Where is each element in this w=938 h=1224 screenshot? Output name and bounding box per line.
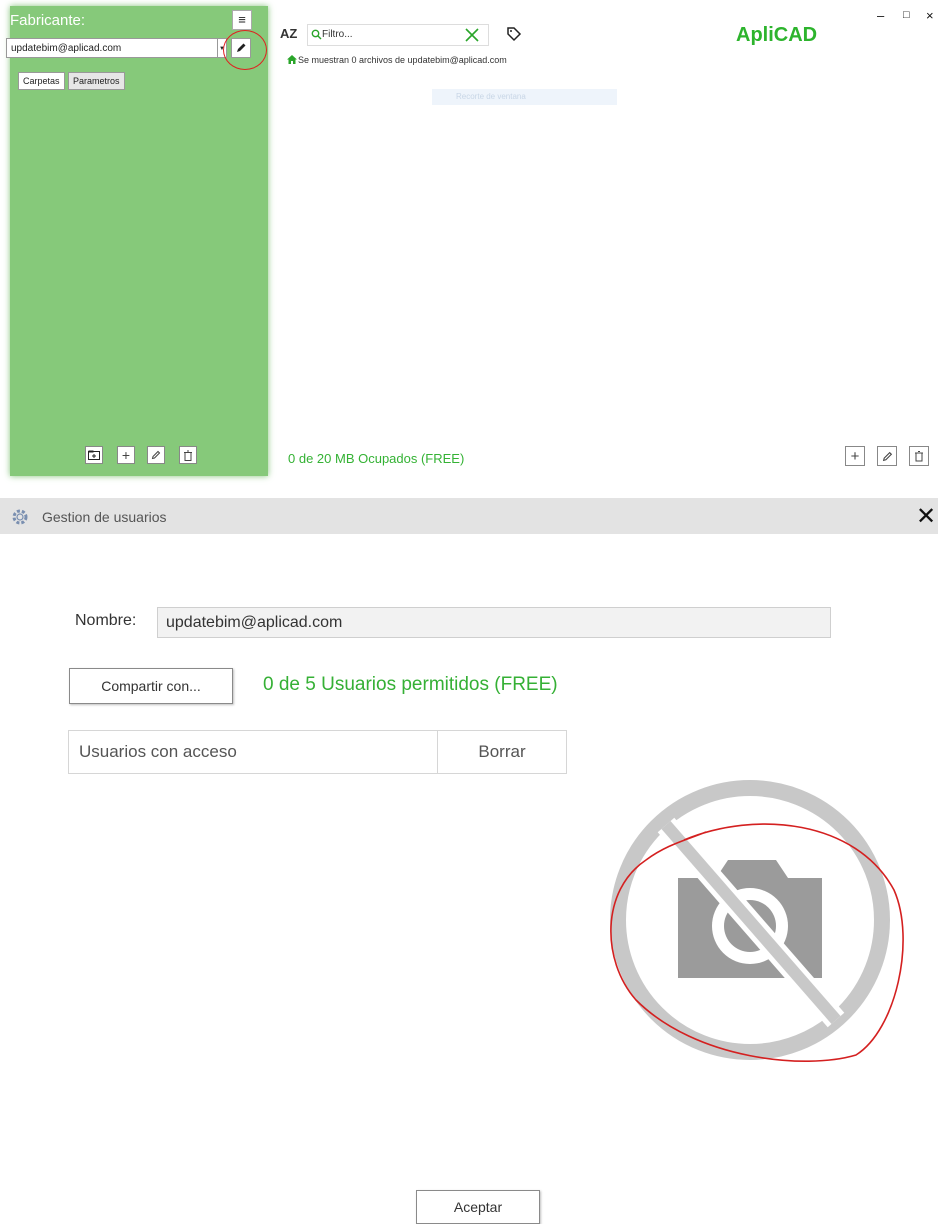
close-window-button[interactable]: × (926, 8, 934, 23)
filter-placeholder: Filtro... (322, 29, 353, 40)
trash-icon (184, 450, 192, 461)
pencil-icon (151, 450, 161, 460)
pencil-icon (882, 451, 892, 461)
share-with-button[interactable]: Compartir con... (69, 668, 233, 704)
column-header-users[interactable]: Usuarios con acceso (68, 730, 438, 774)
side-panel-title: Fabricante: (10, 12, 86, 29)
edit-file-button[interactable] (877, 446, 897, 466)
trash-icon (915, 451, 923, 462)
name-label: Nombre: (75, 612, 137, 629)
tag-icon[interactable] (506, 26, 522, 42)
allowed-users-status: 0 de 5 Usuarios permitidos (FREE) (263, 674, 558, 695)
breadcrumb: Se muestran 0 archivos de updatebim@apli… (298, 55, 507, 65)
account-select[interactable]: updatebim@aplicad.com (6, 38, 218, 58)
tab-parametros[interactable]: Parametros (68, 72, 125, 90)
accept-button[interactable]: Aceptar (416, 1190, 540, 1224)
tab-carpetas[interactable]: Carpetas (18, 72, 65, 90)
new-folder-icon (88, 450, 100, 460)
dialog-close-button[interactable]: ✕ (916, 502, 936, 531)
delete-folder-button[interactable] (179, 446, 197, 464)
storage-status: 0 de 20 MB Ocupados (FREE) (288, 451, 465, 466)
name-field[interactable]: updatebim@aplicad.com (157, 607, 831, 638)
dialog-title: Gestion de usuarios (42, 509, 167, 525)
delete-file-button[interactable] (909, 446, 929, 466)
plus-icon: + (121, 447, 131, 463)
add-folder-button[interactable]: + (117, 446, 135, 464)
minimize-button[interactable]: – (877, 8, 884, 23)
column-header-delete[interactable]: Borrar (437, 730, 567, 774)
no-image-icon (610, 780, 904, 1062)
maximize-button[interactable]: □ (903, 9, 910, 21)
gear-icon (12, 509, 28, 525)
plus-icon: + (850, 447, 860, 465)
menu-icon[interactable]: ≡ (232, 10, 252, 30)
search-icon (311, 29, 322, 40)
clear-x-icon[interactable] (464, 27, 480, 43)
add-file-button[interactable]: + (845, 446, 865, 466)
sort-az-icon[interactable]: AZ (280, 26, 297, 41)
home-icon[interactable] (287, 55, 297, 64)
new-folder-button[interactable] (85, 446, 103, 464)
annotation-circle (223, 30, 267, 70)
edit-folder-button[interactable] (147, 446, 165, 464)
brand-logo: ApliCAD (736, 24, 818, 46)
ghost-tooltip: Recorte de ventana (432, 89, 617, 105)
